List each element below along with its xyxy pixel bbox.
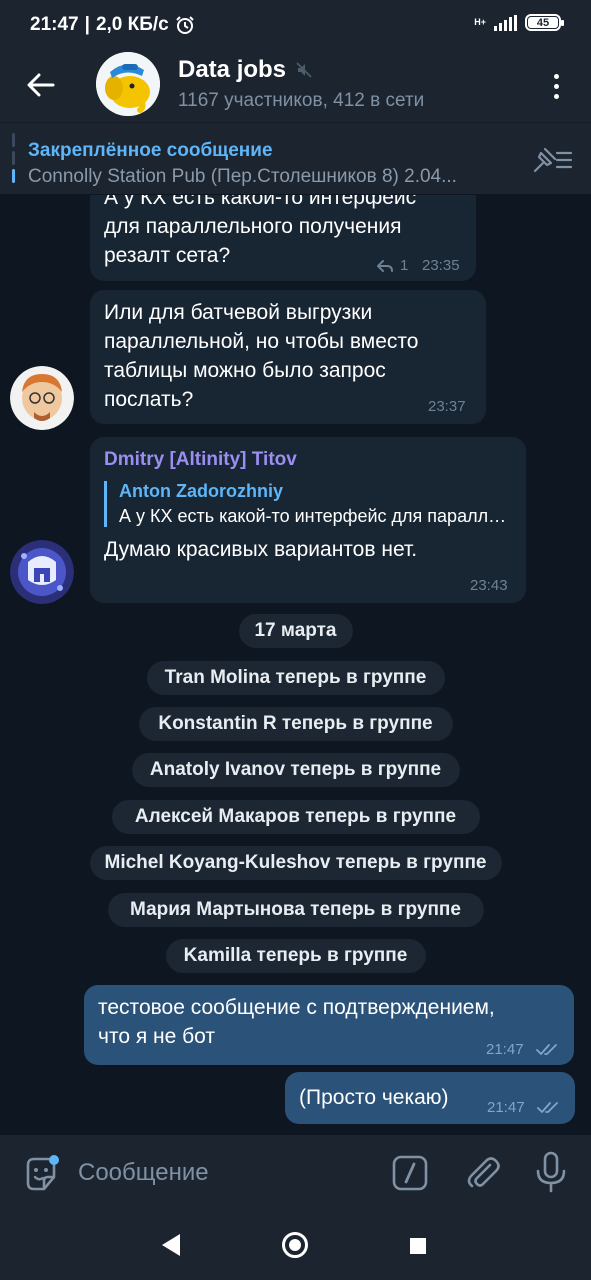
message-text: Думаю красивых вариантов нет. bbox=[104, 538, 418, 561]
double-check-icon bbox=[536, 1044, 557, 1055]
signal-icon bbox=[494, 14, 517, 31]
message-input-bar bbox=[0, 1135, 591, 1210]
status-bar: 21:47 | 2,0 КБ/с H+ 45 bbox=[0, 0, 591, 46]
avatar[interactable] bbox=[10, 540, 74, 604]
message-time: 21:47 bbox=[487, 1099, 525, 1116]
service-message: Мария Мартынова теперь в группе bbox=[107, 893, 484, 927]
chat-header: Data jobs 1167 участников, 412 в сети bbox=[0, 46, 591, 122]
message-text: Или для батчевой выгрузки параллельной, … bbox=[104, 301, 419, 411]
status-right: H+ 45 bbox=[474, 14, 564, 31]
pin-indicator bbox=[12, 133, 15, 183]
message-time: 23:37 bbox=[428, 398, 466, 415]
date-divider: 17 марта bbox=[238, 614, 353, 648]
sender-name[interactable]: Dmitry [Altinity] Titov bbox=[104, 449, 512, 471]
title-row[interactable]: Data jobs bbox=[178, 56, 312, 84]
quote-text: А у КХ есть какой-то интерфейс для парал… bbox=[119, 506, 511, 526]
battery-level: 45 bbox=[528, 17, 558, 29]
elephant-logo bbox=[96, 52, 160, 116]
pinned-message[interactable]: Закреплённое сообщение Connolly Station … bbox=[0, 122, 591, 194]
message-time: 21:47 bbox=[486, 1041, 524, 1058]
outgoing-message-bubble[interactable]: (Просто чекаю) 21:47 bbox=[285, 1072, 575, 1124]
status-time: 21:47 bbox=[30, 14, 79, 35]
chat-subtitle: 1167 участников, 412 в сети bbox=[178, 90, 425, 111]
battery-icon: 45 bbox=[525, 14, 564, 31]
microphone-icon[interactable] bbox=[534, 1151, 568, 1193]
user-avatar-cartoon bbox=[10, 366, 74, 430]
paperclip-icon[interactable] bbox=[464, 1153, 502, 1191]
outgoing-message-bubble[interactable]: тестовое сообщение с подтверждением, что… bbox=[84, 985, 574, 1065]
message-bubble[interactable]: Dmitry [Altinity] Titov Anton Zadorozhni… bbox=[90, 437, 526, 603]
group-avatar[interactable] bbox=[96, 52, 160, 116]
message-time: 23:35 bbox=[422, 257, 460, 274]
service-message: Tran Molina теперь в группе bbox=[146, 661, 445, 695]
message-text: А у КХ есть какой-то интерфейс для парал… bbox=[104, 195, 417, 267]
reply-quote[interactable]: Anton Zadorozhniy А у КХ есть какой-то и… bbox=[104, 481, 512, 527]
pinned-text: Connolly Station Pub (Пер.Столешников 8)… bbox=[28, 166, 457, 187]
nav-recents-icon[interactable] bbox=[410, 1238, 426, 1254]
network-type: H+ bbox=[474, 17, 486, 27]
back-button[interactable] bbox=[20, 64, 62, 106]
service-message: Anatoly Ivanov теперь в группе bbox=[131, 753, 460, 787]
more-vertical-icon[interactable] bbox=[541, 68, 571, 104]
nav-back-icon[interactable] bbox=[160, 1232, 182, 1258]
message-input[interactable] bbox=[78, 1155, 378, 1191]
message-list[interactable]: А у КХ есть какой-то интерфейс для парал… bbox=[0, 195, 591, 1135]
service-message: Алексей Макаров теперь в группе bbox=[111, 800, 480, 834]
avatar[interactable] bbox=[10, 366, 74, 430]
message-text: (Просто чекаю) bbox=[299, 1086, 449, 1109]
bot-command-icon[interactable] bbox=[392, 1155, 428, 1191]
double-check-icon bbox=[537, 1102, 558, 1113]
service-message: Konstantin R теперь в группе bbox=[138, 707, 453, 741]
system-nav-bar bbox=[0, 1210, 591, 1280]
service-message: Kamilla теперь в группе bbox=[165, 939, 426, 973]
sticker-icon[interactable] bbox=[22, 1155, 60, 1193]
chat-title: Data jobs bbox=[178, 56, 287, 83]
message-bubble[interactable]: Или для батчевой выгрузки параллельной, … bbox=[90, 290, 486, 424]
quote-author: Anton Zadorozhniy bbox=[119, 481, 283, 501]
reply-icon bbox=[377, 260, 393, 272]
pinned-title: Закреплённое сообщение bbox=[28, 140, 273, 161]
nav-home-icon[interactable] bbox=[282, 1232, 308, 1258]
message-bubble[interactable]: А у КХ есть какой-то интерфейс для парал… bbox=[90, 195, 476, 281]
arrow-left-icon bbox=[27, 73, 55, 97]
status-speed: 2,0 КБ/с bbox=[95, 14, 169, 35]
message-time: 23:43 bbox=[470, 577, 508, 594]
alarm-icon bbox=[176, 16, 194, 34]
reply-count: 1 bbox=[400, 257, 409, 274]
pin-list-icon[interactable] bbox=[531, 145, 573, 175]
mute-icon bbox=[296, 62, 312, 78]
message-text: тестовое сообщение с подтверждением, что… bbox=[98, 996, 495, 1048]
service-message: Michel Koyang-Kuleshov теперь в группе bbox=[89, 846, 502, 880]
user-avatar-robot bbox=[10, 540, 74, 604]
status-left: 21:47 | 2,0 КБ/с bbox=[30, 14, 195, 36]
